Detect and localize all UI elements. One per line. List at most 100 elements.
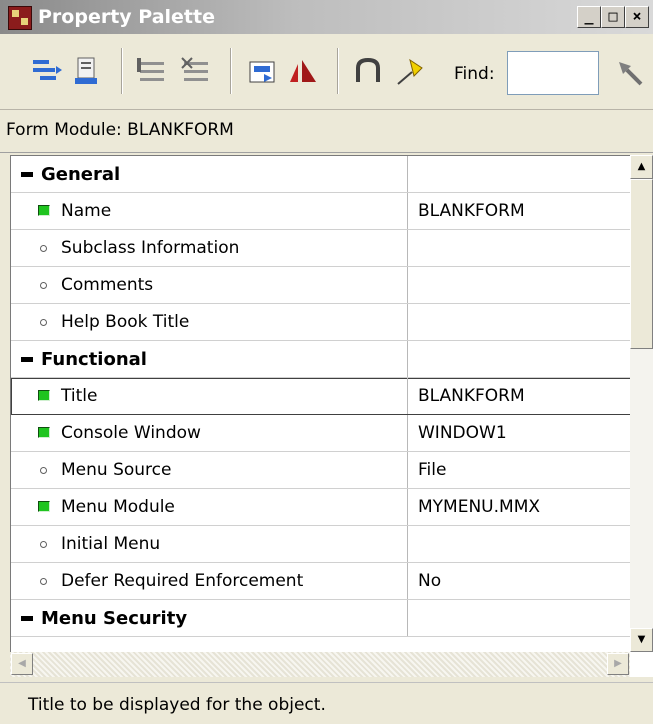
property-value: BLANKFORM <box>418 386 525 406</box>
property-name: Subclass Information <box>61 238 240 258</box>
property-name: Menu Module <box>61 497 175 517</box>
window-title: Property Palette <box>38 6 215 28</box>
property-row[interactable]: Menu Source File <box>11 452 631 489</box>
property-value-cell[interactable]: File <box>408 452 631 488</box>
property-row[interactable]: Name BLANKFORM <box>11 193 631 230</box>
delete-property-icon[interactable] <box>178 54 214 90</box>
scroll-thumb[interactable] <box>630 179 653 349</box>
property-row[interactable]: Defer Required Enforcement No <box>11 563 631 600</box>
default-property-icon <box>40 245 47 252</box>
property-name: Name <box>61 201 112 221</box>
property-value: MYMENU.MMX <box>418 497 541 517</box>
property-value: File <box>418 460 447 480</box>
flashlight-search-icon[interactable] <box>613 56 649 92</box>
scrollbar-corner <box>630 652 653 677</box>
changed-property-icon <box>38 390 50 401</box>
freeze-pin-icon[interactable] <box>392 54 428 90</box>
module-label: Form Module: BLANKFORM <box>6 120 234 140</box>
property-name: Comments <box>61 275 154 295</box>
property-name-cell[interactable]: Console Window <box>11 415 408 451</box>
property-value-cell[interactable] <box>408 156 631 192</box>
toolbar-separator <box>121 48 123 94</box>
property-category-row[interactable]: Menu Security <box>11 600 631 637</box>
property-value: No <box>418 571 442 591</box>
property-row[interactable]: Comments <box>11 267 631 304</box>
default-property-icon <box>40 541 47 548</box>
default-property-icon <box>40 282 47 289</box>
property-value-cell[interactable] <box>408 304 631 340</box>
add-property-icon[interactable] <box>134 54 170 90</box>
property-value-cell[interactable] <box>408 600 631 636</box>
property-name-cell[interactable]: Subclass Information <box>11 230 408 266</box>
property-name: Defer Required Enforcement <box>61 571 304 591</box>
property-row[interactable]: Title BLANKFORM <box>11 378 631 415</box>
property-name: Functional <box>41 349 147 370</box>
property-name-cell[interactable]: General <box>11 156 408 192</box>
property-value-cell[interactable]: BLANKFORM <box>408 193 631 229</box>
inherit-icon[interactable] <box>286 54 322 90</box>
property-row[interactable]: Help Book Title <box>11 304 631 341</box>
paste-properties-icon[interactable] <box>70 54 106 90</box>
property-class-icon[interactable] <box>246 54 282 90</box>
property-name-cell[interactable]: Comments <box>11 267 408 303</box>
scroll-left-arrow-icon[interactable]: ◀ <box>11 653 33 675</box>
scroll-down-arrow-icon[interactable]: ▼ <box>630 628 653 652</box>
title-bar[interactable]: Property Palette _ □ × <box>0 0 653 34</box>
find-label: Find: <box>454 64 495 84</box>
property-name-cell[interactable]: Functional <box>11 341 408 377</box>
collapse-minus-icon[interactable] <box>21 616 33 621</box>
property-value-cell[interactable] <box>408 267 631 303</box>
changed-property-icon <box>38 501 50 512</box>
toolbar: Find: <box>0 34 653 110</box>
horizontal-scrollbar[interactable]: ◀ ▶ <box>10 652 630 677</box>
property-name: Help Book Title <box>61 312 190 332</box>
property-value-cell[interactable]: MYMENU.MMX <box>408 489 631 525</box>
toolbar-separator <box>337 48 339 94</box>
property-grid: General Name BLANKFORM Subclass Information… <box>10 155 631 653</box>
close-button[interactable]: × <box>625 6 649 28</box>
property-name: Menu Source <box>61 460 172 480</box>
default-property-icon <box>40 319 47 326</box>
property-row[interactable]: Menu Module MYMENU.MMX <box>11 489 631 526</box>
property-name-cell[interactable]: Help Book Title <box>11 304 408 340</box>
vertical-scrollbar[interactable]: ▲ ▼ <box>630 155 653 652</box>
changed-property-icon <box>38 205 50 216</box>
property-name-cell[interactable]: Defer Required Enforcement <box>11 563 408 599</box>
property-category-row[interactable]: General <box>11 156 631 193</box>
status-bar: Title to be displayed for the object. <box>0 682 653 724</box>
maximize-button[interactable]: □ <box>601 6 625 28</box>
minimize-button[interactable]: _ <box>577 6 601 28</box>
intersection-union-icon[interactable] <box>350 54 386 90</box>
property-category-row[interactable]: Functional <box>11 341 631 378</box>
property-value-cell[interactable] <box>408 230 631 266</box>
property-palette-icon <box>8 6 32 30</box>
collapse-minus-icon[interactable] <box>21 172 33 177</box>
property-name: Title <box>61 386 98 406</box>
property-name-cell[interactable]: Menu Module <box>11 489 408 525</box>
scroll-up-arrow-icon[interactable]: ▲ <box>630 155 653 179</box>
copy-properties-icon[interactable] <box>28 54 64 90</box>
property-value-cell[interactable] <box>408 341 631 377</box>
property-name: Console Window <box>61 423 201 443</box>
property-name-cell[interactable]: Menu Source <box>11 452 408 488</box>
property-name: Menu Security <box>41 608 188 629</box>
scroll-right-arrow-icon[interactable]: ▶ <box>607 653 629 675</box>
find-input[interactable] <box>507 51 599 95</box>
property-row[interactable]: Console Window WINDOW1 <box>11 415 631 452</box>
property-name-cell[interactable]: Menu Security <box>11 600 408 636</box>
property-row[interactable]: Initial Menu <box>11 526 631 563</box>
property-row[interactable]: Subclass Information <box>11 230 631 267</box>
default-property-icon <box>40 467 47 474</box>
property-value: WINDOW1 <box>418 423 507 443</box>
property-value-cell[interactable] <box>408 526 631 562</box>
default-property-icon <box>40 578 47 585</box>
property-value-cell[interactable]: No <box>408 563 631 599</box>
property-name-cell[interactable]: Name <box>11 193 408 229</box>
property-value-cell[interactable]: BLANKFORM <box>408 378 631 414</box>
property-value: BLANKFORM <box>418 201 525 221</box>
property-name-cell[interactable]: Initial Menu <box>11 526 408 562</box>
status-text: Title to be displayed for the object. <box>28 695 326 715</box>
property-value-cell[interactable]: WINDOW1 <box>408 415 631 451</box>
collapse-minus-icon[interactable] <box>21 357 33 362</box>
property-name-cell[interactable]: Title <box>11 378 408 414</box>
